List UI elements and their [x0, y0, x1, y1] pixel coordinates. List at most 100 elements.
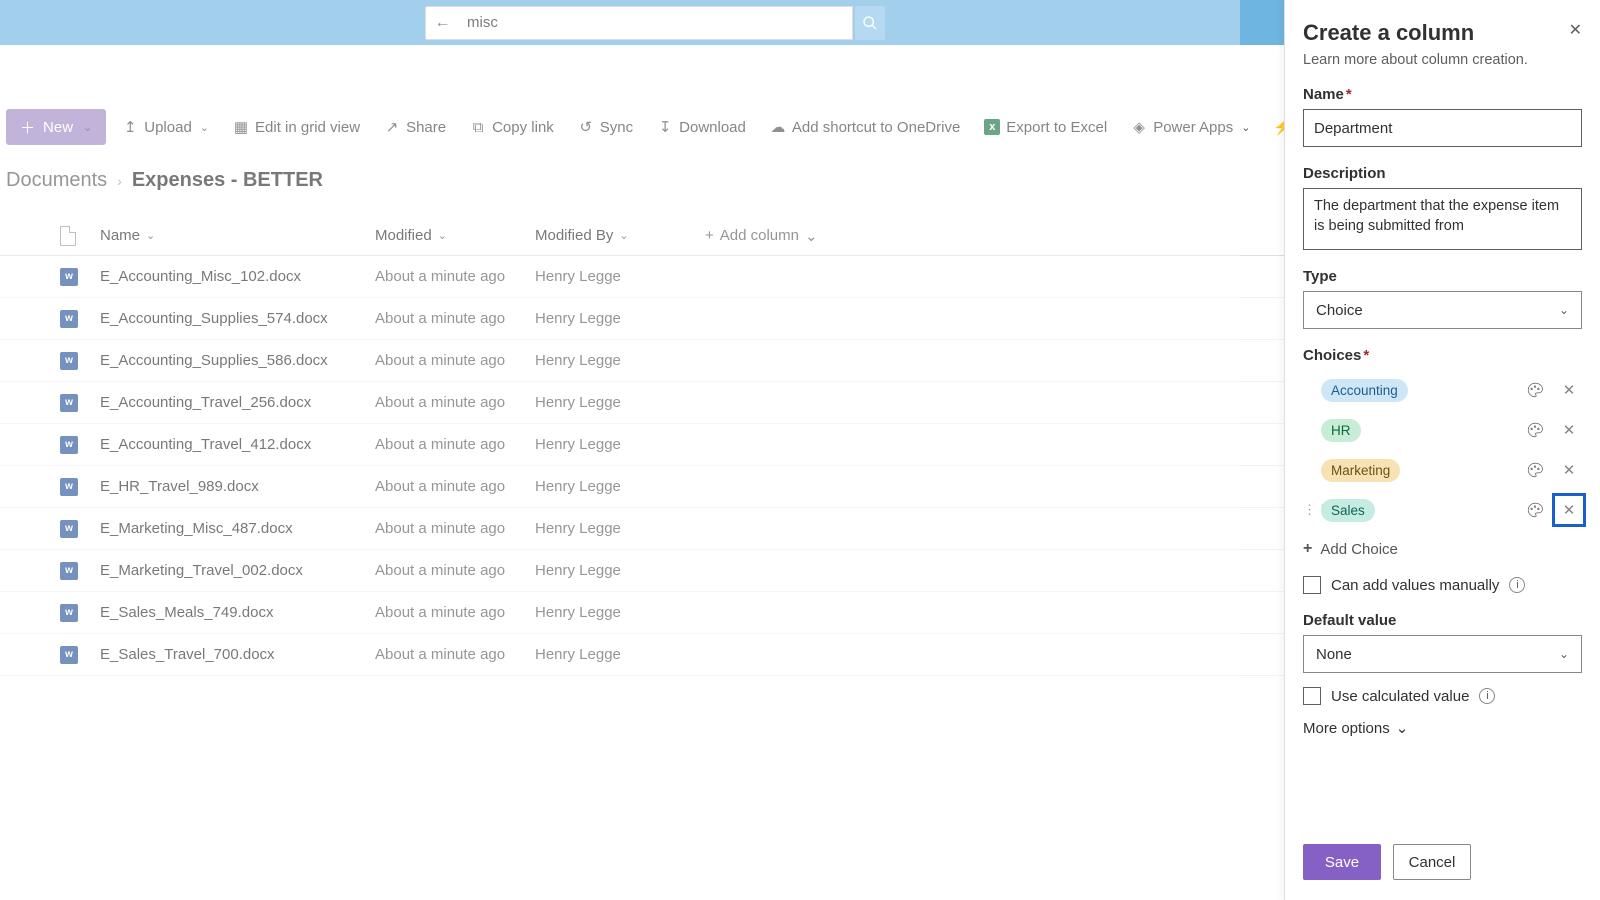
column-modified-by[interactable]: Modified By ⌄: [535, 227, 705, 244]
default-value-select[interactable]: None ⌄: [1303, 635, 1582, 673]
word-icon: w: [60, 646, 78, 664]
search-input[interactable]: [459, 6, 853, 40]
remove-choice-button[interactable]: ✕: [1556, 377, 1582, 403]
add-choice-button[interactable]: + Add Choice: [1303, 540, 1582, 558]
upload-button[interactable]: ↥ Upload ⌄: [114, 109, 217, 145]
panel-title: Create a column: [1303, 20, 1474, 46]
download-label: Download: [679, 119, 746, 136]
chevron-down-icon: ⌄: [146, 229, 155, 242]
can-add-values-checkbox[interactable]: Can add values manually i: [1303, 576, 1582, 594]
file-name[interactable]: E_Sales_Travel_700.docx: [100, 646, 375, 663]
chevron-down-icon: ⌄: [1396, 719, 1409, 737]
modified-text: About a minute ago: [375, 604, 535, 621]
add-shortcut-button[interactable]: ☁ Add shortcut to OneDrive: [762, 109, 968, 145]
modified-by-text: Henry Legge: [535, 520, 705, 537]
share-button[interactable]: ↗ Share: [376, 109, 454, 145]
modified-text: About a minute ago: [375, 520, 535, 537]
chevron-down-icon: ⌄: [1559, 647, 1569, 661]
file-type-icon: [60, 226, 76, 246]
close-button[interactable]: ✕: [1569, 20, 1582, 40]
search-button[interactable]: [855, 6, 885, 40]
use-calculated-checkbox[interactable]: Use calculated value i: [1303, 687, 1582, 705]
word-icon: w: [60, 520, 78, 538]
modified-text: About a minute ago: [375, 478, 535, 495]
breadcrumb-root[interactable]: Documents: [6, 169, 107, 192]
edit-in-grid-button[interactable]: ▦ Edit in grid view: [225, 109, 368, 145]
share-icon: ↗: [384, 119, 400, 135]
column-modified[interactable]: Modified ⌄: [375, 227, 535, 244]
excel-icon: x: [984, 119, 1000, 135]
modified-by-text: Henry Legge: [535, 562, 705, 579]
close-icon: ✕: [1569, 22, 1582, 39]
file-name[interactable]: E_Sales_Meals_749.docx: [100, 604, 375, 621]
add-column-button[interactable]: + Add column ⌄: [705, 227, 905, 245]
info-icon[interactable]: i: [1509, 577, 1525, 593]
info-icon[interactable]: i: [1479, 688, 1495, 704]
choice-row[interactable]: ⋮⋮Marketing✕: [1303, 450, 1582, 490]
palette-icon[interactable]: [1526, 461, 1544, 479]
sync-button[interactable]: ↺ Sync: [570, 109, 641, 145]
sync-icon: ↺: [578, 119, 594, 135]
file-name[interactable]: E_Accounting_Supplies_586.docx: [100, 352, 375, 369]
modified-by-text: Henry Legge: [535, 352, 705, 369]
modified-by-text: Henry Legge: [535, 646, 705, 663]
remove-choice-button[interactable]: ✕: [1556, 457, 1582, 483]
file-name[interactable]: E_Accounting_Travel_256.docx: [100, 394, 375, 411]
choice-chip[interactable]: Sales: [1321, 499, 1375, 522]
learn-more-link[interactable]: Learn more about column creation.: [1303, 52, 1582, 68]
choice-row[interactable]: ⋮⋮Sales ✕: [1303, 490, 1582, 530]
choice-chip[interactable]: Marketing: [1321, 459, 1400, 482]
can-add-values-label: Can add values manually: [1331, 577, 1499, 594]
chevron-down-icon: ⌄: [200, 121, 209, 134]
choice-row[interactable]: ⋮⋮Accounting✕: [1303, 370, 1582, 410]
default-value-label: Default value: [1303, 612, 1582, 629]
remove-choice-button[interactable]: ✕: [1556, 417, 1582, 443]
palette-icon[interactable]: [1526, 501, 1544, 519]
modified-text: About a minute ago: [375, 268, 535, 285]
name-input[interactable]: [1303, 109, 1582, 147]
more-options-toggle[interactable]: More options ⌄: [1303, 719, 1582, 737]
shortcut-icon: ☁: [770, 119, 786, 135]
copy-link-button[interactable]: ⧉ Copy link: [462, 109, 562, 145]
palette-icon[interactable]: [1526, 421, 1544, 439]
sync-label: Sync: [600, 119, 633, 136]
drag-handle-icon[interactable]: ⋮⋮: [1303, 502, 1317, 518]
create-column-panel: Create a column ✕ Learn more about colum…: [1284, 0, 1600, 900]
search-wrapper: ←: [425, 6, 885, 40]
file-name[interactable]: E_HR_Travel_989.docx: [100, 478, 375, 495]
description-input[interactable]: The department that the expense item is …: [1303, 188, 1582, 250]
palette-icon[interactable]: [1526, 381, 1544, 399]
modified-text: About a minute ago: [375, 436, 535, 453]
power-apps-button[interactable]: ◈ Power Apps ⌄: [1123, 109, 1258, 145]
save-button[interactable]: Save: [1303, 844, 1381, 880]
search-icon: [862, 15, 878, 31]
upload-label: Upload: [144, 119, 192, 136]
chevron-down-icon: ⌄: [438, 229, 447, 242]
chevron-down-icon: ⌄: [1241, 121, 1250, 134]
file-name[interactable]: E_Accounting_Misc_102.docx: [100, 268, 375, 285]
search-back-button[interactable]: ←: [425, 6, 459, 40]
column-name[interactable]: Name ⌄: [100, 227, 375, 244]
word-icon: w: [60, 604, 78, 622]
cancel-button[interactable]: Cancel: [1393, 844, 1471, 880]
file-name[interactable]: E_Accounting_Travel_412.docx: [100, 436, 375, 453]
add-column-label: Add column: [720, 227, 799, 244]
download-icon: ↧: [657, 119, 673, 135]
checkbox-icon: [1303, 687, 1321, 705]
arrow-left-icon: ←: [435, 14, 451, 32]
choice-chip[interactable]: HR: [1321, 419, 1361, 442]
choice-row[interactable]: ⋮⋮HR✕: [1303, 410, 1582, 450]
modified-by-text: Henry Legge: [535, 604, 705, 621]
new-button[interactable]: ＋ New ⌄: [6, 109, 106, 145]
type-select[interactable]: Choice ⌄: [1303, 291, 1582, 329]
column-name-label: Name: [100, 227, 140, 244]
export-excel-label: Export to Excel: [1006, 119, 1107, 136]
file-name[interactable]: E_Marketing_Travel_002.docx: [100, 562, 375, 579]
file-name[interactable]: E_Marketing_Misc_487.docx: [100, 520, 375, 537]
choice-chip[interactable]: Accounting: [1321, 379, 1408, 402]
remove-choice-button[interactable]: ✕: [1556, 497, 1582, 523]
grid-icon: ▦: [233, 119, 249, 135]
download-button[interactable]: ↧ Download: [649, 109, 754, 145]
file-name[interactable]: E_Accounting_Supplies_574.docx: [100, 310, 375, 327]
export-excel-button[interactable]: x Export to Excel: [976, 109, 1115, 145]
